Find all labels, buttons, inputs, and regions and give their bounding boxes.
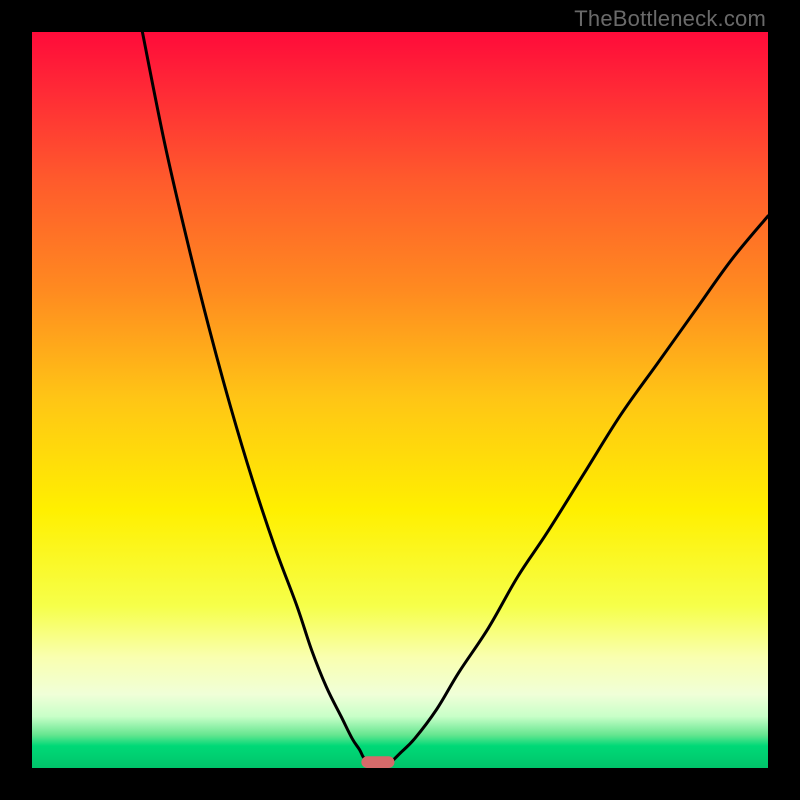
bottleneck-curve-plot [32,32,768,768]
minimum-marker [361,756,394,768]
watermark-text: TheBottleneck.com [574,6,766,32]
gradient-background [32,32,768,768]
plot-frame [32,32,768,768]
